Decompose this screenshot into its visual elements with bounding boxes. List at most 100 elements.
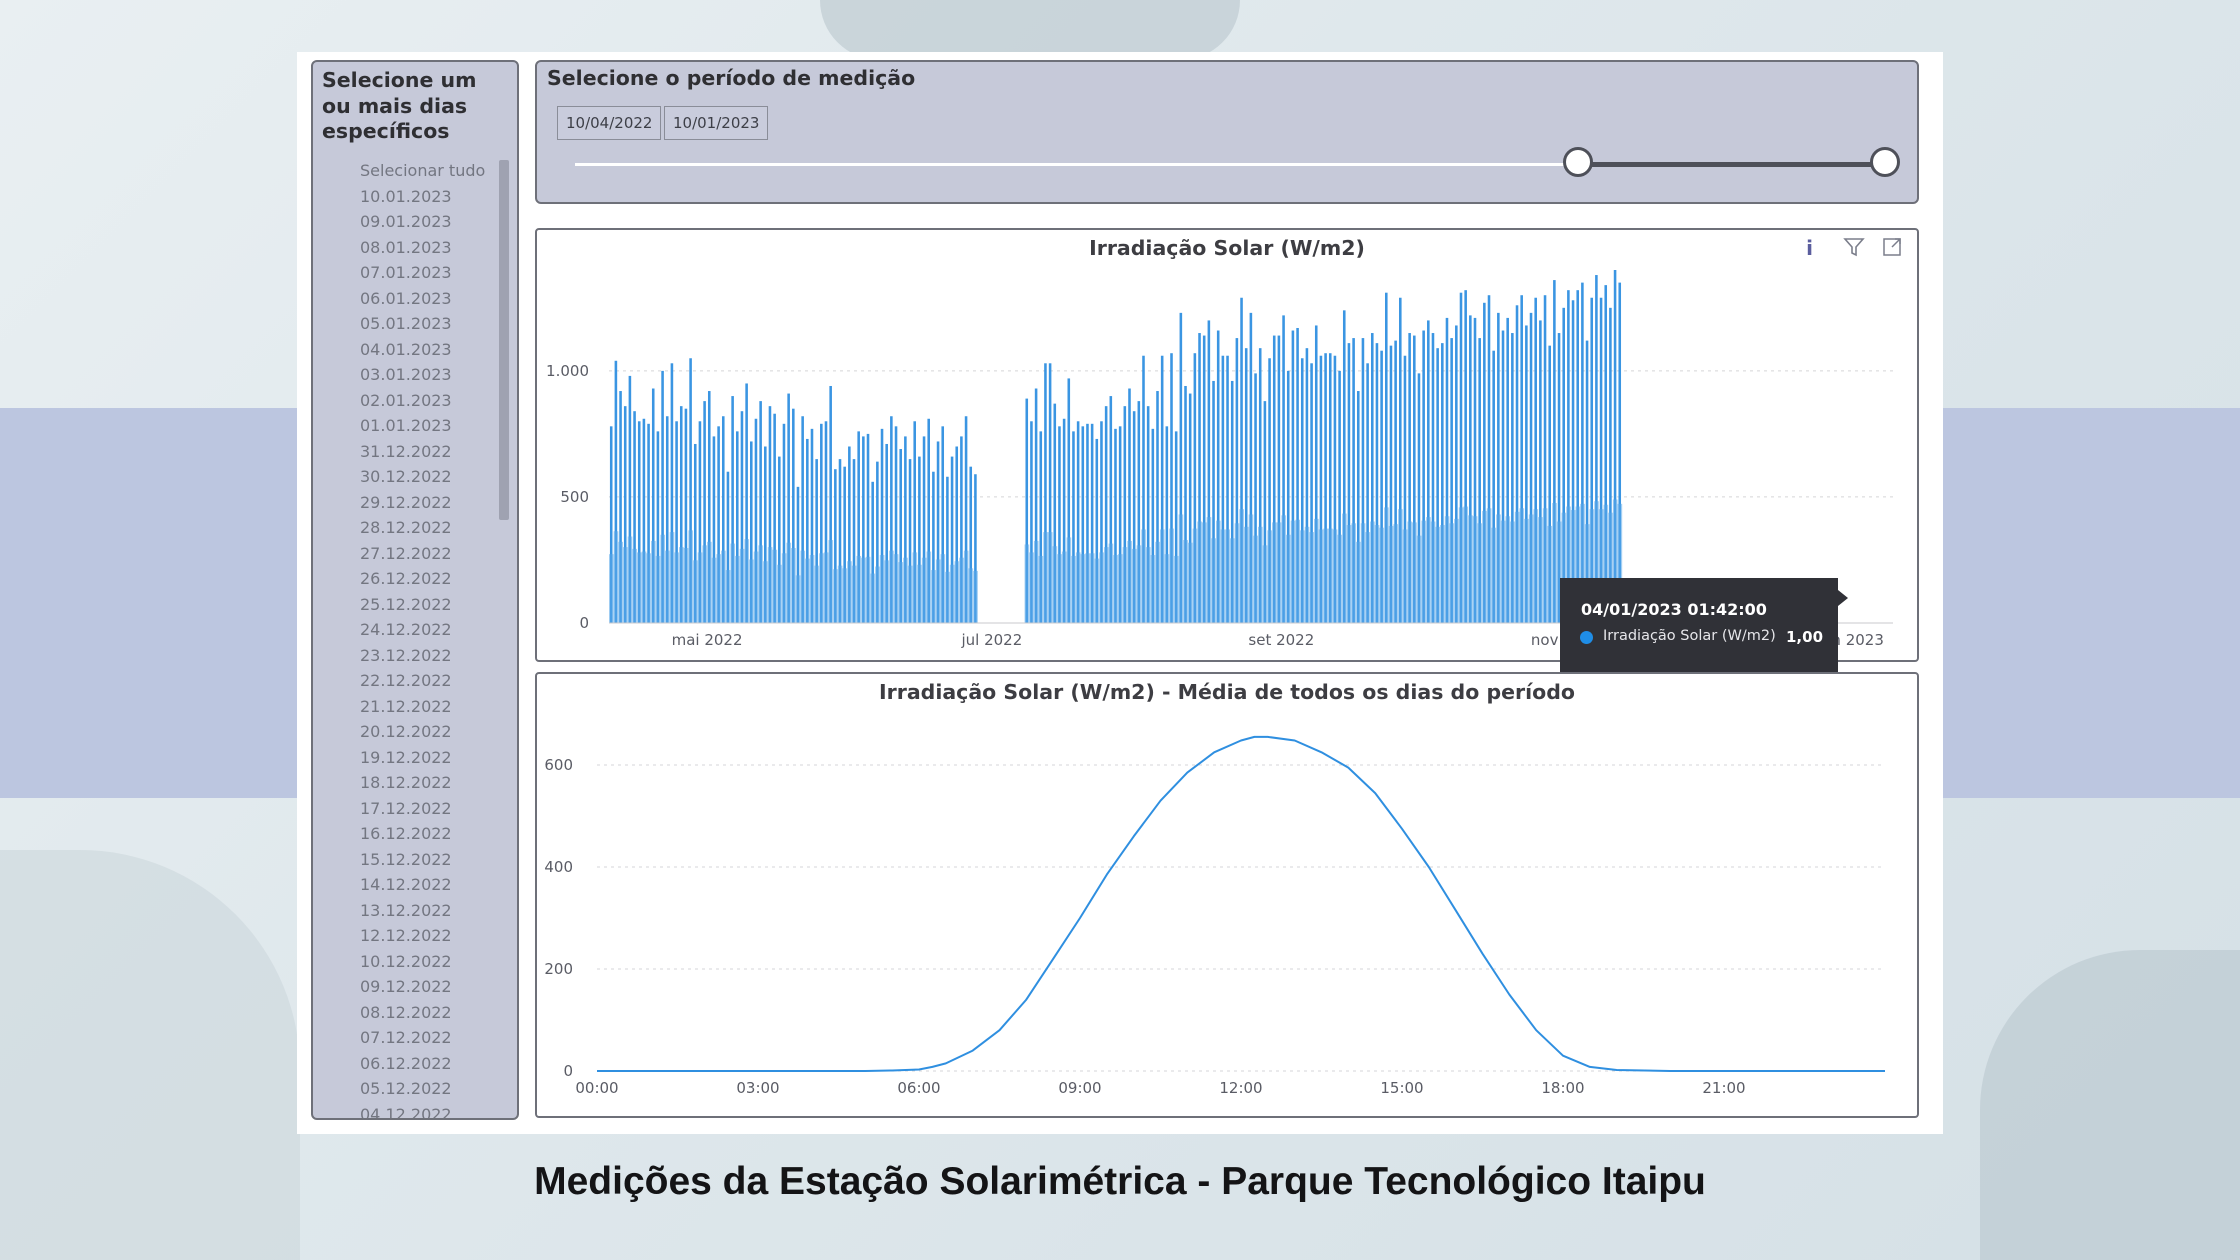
period-slicer-title: Selecione o período de medição: [547, 66, 916, 90]
day-option[interactable]: 26.12.2022: [313, 566, 503, 592]
data-fill: [870, 573, 876, 623]
day-option[interactable]: 05.01.2023: [313, 311, 503, 337]
daily-average-chart[interactable]: Irradiação Solar (W/m2) - Média de todos…: [535, 672, 1919, 1118]
day-option[interactable]: 29.12.2022: [313, 490, 503, 516]
data-fill: [730, 543, 736, 623]
day-option[interactable]: 02.01.2023: [313, 388, 503, 414]
data-fill: [1323, 528, 1329, 623]
day-option[interactable]: 27.12.2022: [313, 541, 503, 567]
day-list-scrollbar[interactable]: [499, 160, 509, 520]
x-tick-label: set 2022: [1248, 631, 1314, 649]
daily-average-plot[interactable]: 0 200 400 600 00:00 03:00 06:00 09:00 12:00 15:00…: [537, 674, 1917, 1116]
day-option[interactable]: 03.01.2023: [313, 362, 503, 388]
data-fill: [1379, 527, 1385, 623]
day-option[interactable]: 06.01.2023: [313, 286, 503, 312]
day-option[interactable]: 24.12.2022: [313, 617, 503, 643]
day-option[interactable]: 13.12.2022: [313, 898, 503, 924]
x-tick-label: mai 2022: [672, 631, 743, 649]
data-fill: [1440, 525, 1445, 623]
y-tick-label: 200: [544, 960, 573, 978]
day-option[interactable]: 09.01.2023: [313, 209, 503, 235]
day-option[interactable]: 23.12.2022: [313, 643, 503, 669]
day-option[interactable]: 06.12.2022: [313, 1051, 503, 1077]
day-option[interactable]: 14.12.2022: [313, 872, 503, 898]
data-fill: [1430, 521, 1436, 623]
data-fill: [1155, 541, 1160, 623]
day-option[interactable]: 19.12.2022: [313, 745, 503, 771]
data-fill: [609, 554, 614, 623]
data-fill: [1542, 508, 1548, 623]
day-option[interactable]: 09.12.2022: [313, 974, 503, 1000]
data-fill: [1113, 555, 1118, 623]
day-option[interactable]: 10.01.2023: [313, 184, 503, 210]
data-fill: [1159, 529, 1165, 623]
day-option[interactable]: 04.01.2023: [313, 337, 503, 363]
data-fill: [1164, 554, 1170, 623]
period-slider-end-handle[interactable]: [1870, 147, 1900, 177]
data-fill: [814, 565, 820, 623]
data-fill: [1505, 516, 1511, 623]
day-option[interactable]: 15.12.2022: [313, 847, 503, 873]
day-option[interactable]: 08.12.2022: [313, 1000, 503, 1026]
start-date-input[interactable]: 10/04/2022: [557, 106, 662, 140]
day-option[interactable]: 12.12.2022: [313, 923, 503, 949]
background-shape: [820, 0, 1240, 60]
day-option[interactable]: 05.12.2022: [313, 1076, 503, 1102]
data-fill: [1043, 532, 1048, 623]
data-fill: [637, 552, 642, 623]
data-fill: [1201, 522, 1207, 623]
day-option[interactable]: 22.12.2022: [313, 668, 503, 694]
data-fill: [1239, 509, 1244, 623]
day-option[interactable]: 07.01.2023: [313, 260, 503, 286]
day-option[interactable]: 21.12.2022: [313, 694, 503, 720]
end-date-input[interactable]: 10/01/2023: [664, 106, 769, 140]
data-fill: [1435, 526, 1441, 623]
day-option[interactable]: 08.01.2023: [313, 235, 503, 261]
data-fill: [1057, 554, 1062, 623]
data-fill: [1145, 547, 1151, 623]
data-fill: [669, 532, 675, 623]
data-fill: [1491, 527, 1497, 623]
day-option[interactable]: 16.12.2022: [313, 821, 503, 847]
data-fill: [1309, 532, 1315, 623]
day-option[interactable]: 28.12.2022: [313, 515, 503, 541]
period-slider-start-handle[interactable]: [1563, 147, 1593, 177]
data-fill: [627, 536, 633, 623]
day-option[interactable]: 10.12.2022: [313, 949, 503, 975]
page-caption: Medições da Estação Solarimétrica - Parq…: [534, 1160, 1706, 1203]
data-fill: [1538, 517, 1543, 623]
data-fill: [1351, 523, 1357, 623]
data-fill: [968, 568, 974, 623]
data-fill: [828, 540, 834, 623]
tooltip-pointer: [1838, 590, 1848, 606]
data-fill: [641, 551, 647, 623]
data-fill: [1407, 521, 1413, 623]
data-fill: [926, 551, 932, 623]
data-fill: [660, 534, 666, 623]
day-option[interactable]: 18.12.2022: [313, 770, 503, 796]
select-all-option[interactable]: Selecionar tudo: [313, 158, 503, 184]
day-option[interactable]: 01.01.2023: [313, 413, 503, 439]
data-fill: [1416, 535, 1422, 623]
data-fill: [683, 547, 689, 623]
tooltip-value: 1,00: [1786, 628, 1824, 646]
data-fill: [1024, 544, 1030, 623]
data-fill: [1514, 511, 1520, 623]
day-option[interactable]: 25.12.2022: [313, 592, 503, 618]
x-tick-label: 18:00: [1541, 1079, 1584, 1097]
data-fill: [1482, 510, 1487, 623]
day-option[interactable]: 04.12.2022: [313, 1102, 503, 1119]
data-fill: [1458, 507, 1464, 623]
data-fill: [1127, 540, 1132, 623]
day-option[interactable]: 07.12.2022: [313, 1025, 503, 1051]
data-fill: [1342, 513, 1347, 623]
data-fill: [1533, 509, 1539, 623]
day-option[interactable]: 31.12.2022: [313, 439, 503, 465]
data-fill: [940, 554, 946, 623]
data-fill: [1080, 554, 1086, 623]
day-option[interactable]: 30.12.2022: [313, 464, 503, 490]
day-option[interactable]: 17.12.2022: [313, 796, 503, 822]
day-option[interactable]: 20.12.2022: [313, 719, 503, 745]
data-fill: [716, 554, 722, 623]
data-fill: [1267, 530, 1273, 623]
